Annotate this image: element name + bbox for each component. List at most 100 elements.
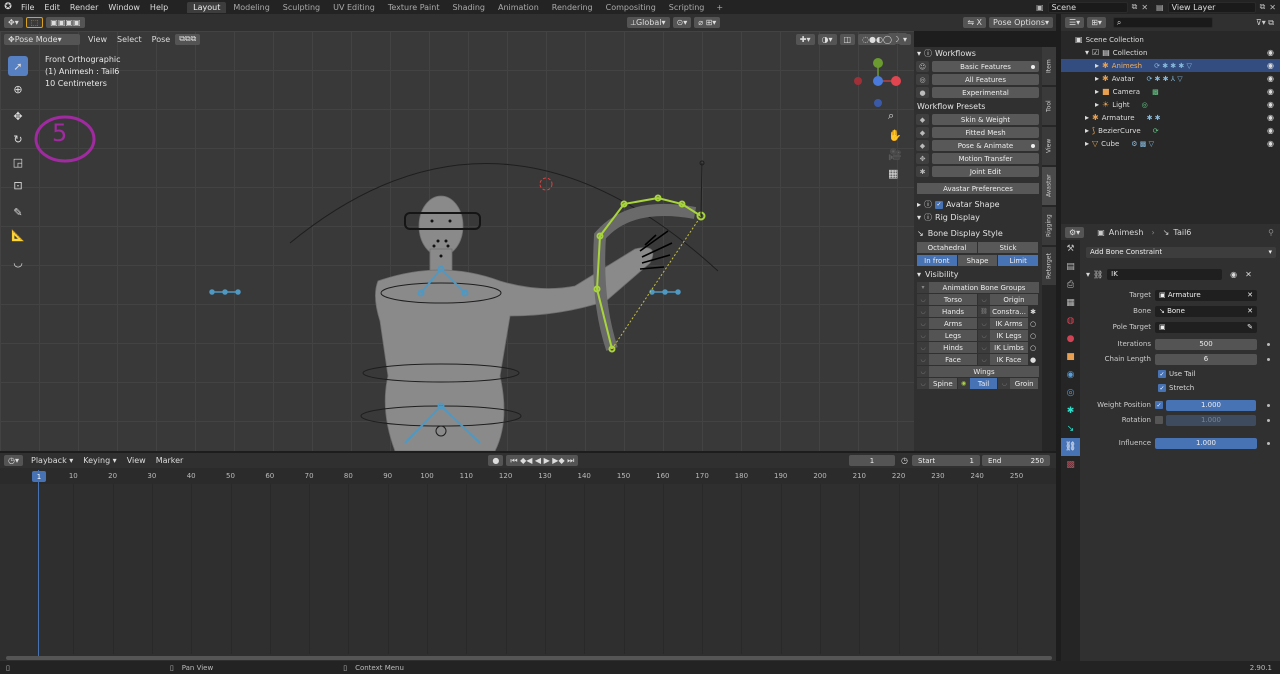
scene-copy-icon[interactable]: ⧉ [1132, 2, 1138, 12]
preset-fitted-mesh[interactable]: ◆ Fitted Mesh [916, 127, 1039, 138]
expand-icon[interactable]: ▸ [1095, 100, 1099, 109]
tab-uv-editing[interactable]: UV Editing [327, 2, 381, 13]
group-legs[interactable]: Legs [929, 330, 977, 341]
style-octahedral[interactable]: Octahedral [917, 242, 977, 253]
toggle-in-front[interactable]: In front [917, 255, 957, 266]
group-ik-limbs[interactable]: IK Limbs [990, 342, 1028, 353]
group-ik-face[interactable]: IK Face [990, 354, 1028, 365]
ortho-grid-icon[interactable]: ▦ [888, 167, 902, 180]
properties-editor-icon[interactable]: ⚙▾ [1065, 226, 1085, 238]
visibility-header[interactable]: ▾ Visibility [914, 268, 1042, 281]
eye-icon[interactable]: ◉ [1267, 61, 1274, 70]
zoom-icon[interactable]: ⌕ [888, 109, 902, 123]
object-tab-icon[interactable]: ■ [1061, 348, 1080, 366]
outliner-item-beziercurve[interactable]: ▸ ⟆ BezierCurve ⟳ ◉ [1061, 124, 1280, 137]
eye-icon[interactable]: ◉ [1267, 74, 1274, 83]
workflow-all-features[interactable]: ◎ All Features [916, 74, 1039, 85]
group-ik-arms[interactable]: IK Arms [990, 318, 1028, 329]
pivot-icon[interactable]: ⊙▾ [672, 17, 692, 28]
cursor-tool-icon[interactable]: ⊕ [8, 79, 28, 99]
tab-tool[interactable]: Tool [1042, 87, 1056, 125]
eye-closed-icon[interactable]: ◡ [917, 354, 929, 365]
menu-marker[interactable]: Marker [151, 456, 189, 465]
weight-position-slider[interactable]: 1.000 [1166, 399, 1256, 411]
tab-animation[interactable]: Animation [492, 2, 545, 13]
group-hinds[interactable]: Hinds [929, 342, 977, 353]
menu-window[interactable]: Window [103, 3, 145, 12]
preset-motion-transfer[interactable]: ✥ Motion Transfer [916, 153, 1039, 164]
eye-closed-icon[interactable]: ◡ [917, 342, 929, 353]
eye-closed-icon[interactable]: ◡ [917, 294, 929, 305]
keyframe-dot-icon[interactable] [1267, 342, 1270, 346]
select-tool-icon[interactable]: ➚ [8, 56, 28, 76]
group-face[interactable]: Face [929, 354, 977, 365]
scale-tool-icon[interactable]: ◲ [8, 152, 28, 172]
view-layer-close-icon[interactable]: ✕ [1269, 3, 1276, 12]
tab-rendering[interactable]: Rendering [546, 2, 599, 13]
tool-tab-icon[interactable]: ⚒ [1061, 240, 1080, 258]
playhead-handle[interactable]: 1 [32, 471, 46, 482]
eye-closed-icon[interactable]: ◡ [978, 318, 990, 329]
rig-display-header[interactable]: ▾ ⓘ Rig Display [914, 211, 1042, 224]
workflows-header[interactable]: ▾ ⓘ Workflows [914, 47, 1042, 60]
expand-icon[interactable]: ▸ [1095, 74, 1099, 83]
expand-icon[interactable]: ▸ [1085, 139, 1089, 148]
menu-playback[interactable]: Playback ▾ [26, 456, 78, 465]
eye-closed-icon[interactable]: ◡ [917, 366, 929, 377]
chain-length-field[interactable]: 6 [1155, 353, 1257, 365]
modifier-tab-icon[interactable]: ◉ [1061, 366, 1080, 384]
close-icon[interactable]: ✕ [1245, 270, 1252, 279]
outliner-scene-collection[interactable]: ▣ Scene Collection [1061, 33, 1280, 46]
tab-avastar[interactable]: Avastar [1042, 167, 1056, 205]
eye-icon[interactable]: ◉ [1267, 48, 1274, 57]
eye-closed-icon[interactable]: ◡ [978, 354, 990, 365]
tab-compositing[interactable]: Compositing [600, 2, 662, 13]
transport-icons[interactable]: ⏮ ◆◀ ◀ ▶ ▶◆ ⏭ [506, 455, 579, 466]
eye-icon[interactable]: ◉ [1267, 139, 1274, 148]
tab-sculpting[interactable]: Sculpting [277, 2, 326, 13]
tab-shading[interactable]: Shading [446, 2, 491, 13]
outliner-item-armature[interactable]: ▸ ✱ Armature ✱ ✱ ◉ [1061, 111, 1280, 124]
rotation-slider[interactable]: 1.000 [1166, 414, 1256, 426]
annotate-tool-icon[interactable]: ✎ [8, 202, 28, 222]
select-box-icon[interactable]: ⬚ [25, 17, 44, 28]
group-groin[interactable]: Groin [1010, 378, 1039, 389]
bone-tab-icon[interactable]: ↘ [1061, 420, 1080, 438]
menu-file[interactable]: File [16, 3, 39, 12]
pose-tool-icon[interactable]: ◡ [8, 252, 28, 272]
pose-options-button[interactable]: Pose Options ▾ [989, 17, 1053, 28]
keyframe-dot-icon[interactable] [1267, 357, 1270, 361]
workflow-basic-features[interactable]: ☺ Basic Features [916, 61, 1039, 72]
world-tab-icon[interactable]: ● [1061, 330, 1080, 348]
eye-closed-icon[interactable]: ◡ [917, 306, 929, 317]
group-ik-legs[interactable]: IK Legs [990, 330, 1028, 341]
use-tail-checkbox[interactable]: ✓ [1158, 370, 1166, 378]
view-layer-selector[interactable]: View Layer [1167, 1, 1256, 13]
expand-icon[interactable]: ▸ [1085, 113, 1089, 122]
shading-options-icon[interactable]: ▾ [898, 33, 911, 45]
xray-icon[interactable]: ◫ [839, 33, 856, 45]
menu-render[interactable]: Render [65, 3, 103, 12]
armature-icon[interactable]: ✱ [1028, 306, 1038, 317]
outliner-item-cube[interactable]: ▸ ▽ Cube ⚙ ▩ ▽ ◉ [1061, 137, 1280, 150]
keyframe-dot-icon[interactable] [1267, 403, 1270, 407]
tab-rigging[interactable]: Rigging [1042, 207, 1056, 245]
filter-icon[interactable]: ⊽▾ ⧉ [1256, 18, 1274, 28]
stretch-checkbox[interactable]: ✓ [1158, 384, 1166, 392]
texture-tab-icon[interactable]: ▩ [1061, 456, 1080, 474]
group-arms[interactable]: Arms [929, 318, 977, 329]
group-tail[interactable]: Tail [969, 378, 998, 389]
physics-tab-icon[interactable]: ◎ [1061, 384, 1080, 402]
eye-icon[interactable]: ◉ [1267, 87, 1274, 96]
preset-pose-animate[interactable]: ◆ Pose & Animate [916, 140, 1039, 151]
pole-target-field[interactable]: ▣ ✎ [1155, 321, 1257, 333]
collapse-icon[interactable]: ▾ [1086, 270, 1090, 279]
style-stick[interactable]: Stick [978, 242, 1038, 253]
tab-view[interactable]: View [1042, 127, 1056, 165]
menu-keying[interactable]: Keying ▾ [78, 456, 121, 465]
timeline-scrollbar[interactable] [6, 656, 1052, 660]
outliner-item-animesh[interactable]: ▸ ✱ Animesh ⟳ ✱ ✱ ✱ ▽ ◉ [1061, 59, 1280, 72]
workflow-experimental[interactable]: ● Experimental [916, 87, 1039, 98]
group-hands[interactable]: Hands [929, 306, 977, 317]
record-icon[interactable]: ● [488, 455, 504, 466]
